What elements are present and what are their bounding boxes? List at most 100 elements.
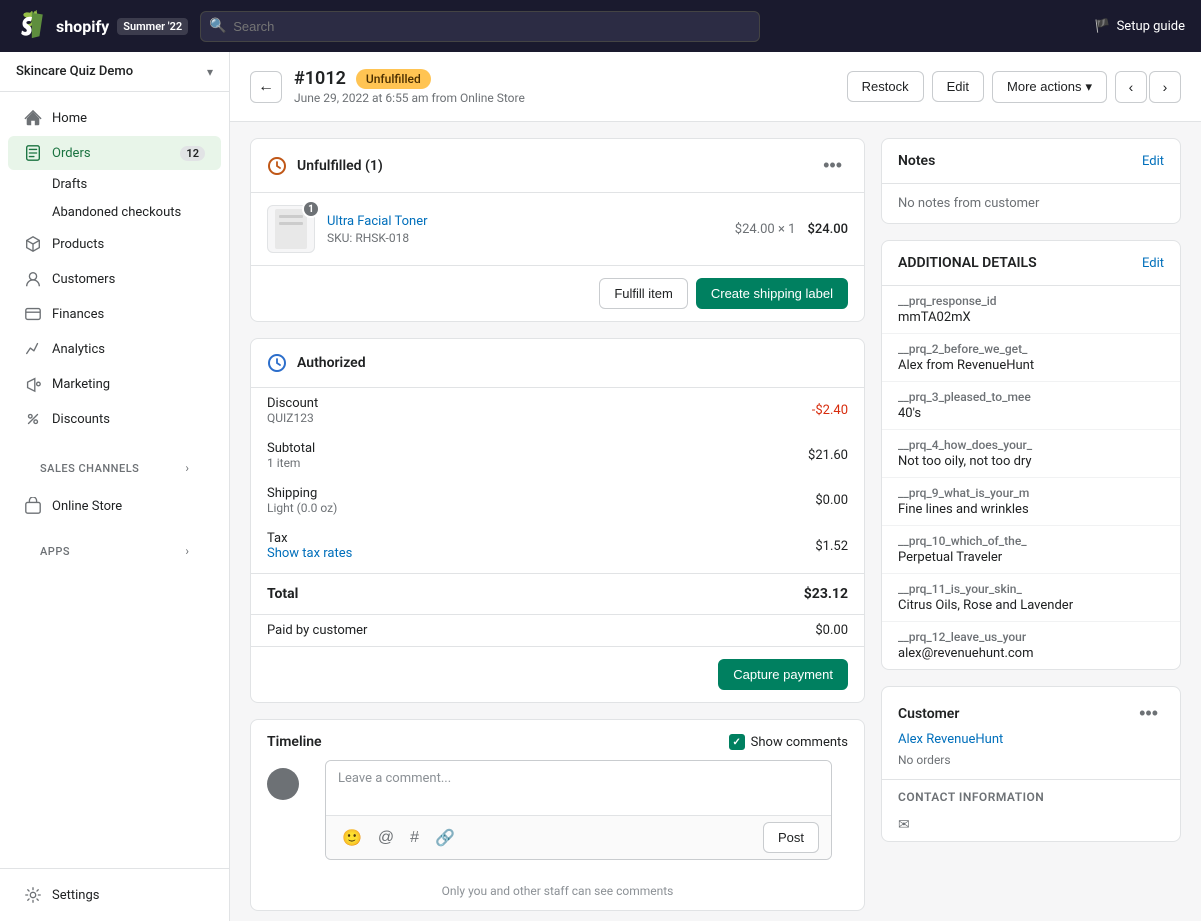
sidebar-item-sales-channels[interactable]: Sales channels › xyxy=(24,453,205,483)
unfulfilled-card-header: Unfulfilled (1) ••• xyxy=(251,139,864,193)
show-comments-toggle[interactable]: Show comments xyxy=(729,734,848,750)
sidebar-item-drafts[interactable]: Drafts xyxy=(8,171,221,198)
product-qty-badge: 1 xyxy=(302,200,320,218)
apps-label: Apps xyxy=(40,545,70,558)
shipping-row: Shipping Light (0.0 oz) $0.00 xyxy=(251,478,864,523)
notes-empty-message: No notes from customer xyxy=(898,196,1039,211)
sidebar-item-settings[interactable]: Settings xyxy=(8,878,221,912)
subtotal-value: $21.60 xyxy=(808,448,848,463)
sidebar-item-marketing[interactable]: Marketing xyxy=(8,367,221,401)
sidebar-item-online-store[interactable]: Online Store xyxy=(8,489,221,523)
additional-details-edit-link[interactable]: Edit xyxy=(1142,256,1164,271)
detail-value: Perpetual Traveler xyxy=(898,550,1164,565)
orders-label: Orders xyxy=(52,146,91,161)
subtotal-sublabel: 1 item xyxy=(267,456,315,470)
comment-input[interactable] xyxy=(326,761,831,811)
shopify-logo-icon xyxy=(16,10,48,42)
store-selector-chevron-icon: ▾ xyxy=(207,65,213,79)
abandoned-label: Abandoned checkouts xyxy=(52,205,181,220)
avatar xyxy=(267,768,299,800)
product-name-link[interactable]: Ultra Facial Toner xyxy=(327,214,428,229)
search-bar: 🔍 xyxy=(200,11,760,42)
detail-value: Fine lines and wrinkles xyxy=(898,502,1164,517)
notes-card-header: Notes Edit xyxy=(882,139,1180,184)
more-actions-button[interactable]: More actions ▾ xyxy=(992,71,1107,103)
customer-orders-text: No orders xyxy=(882,753,1180,779)
unfulfilled-menu-button[interactable]: ••• xyxy=(817,153,848,178)
order-main: Unfulfilled (1) ••• 1 Ultra Facial Toner xyxy=(250,138,865,911)
more-actions-label: More actions xyxy=(1007,79,1081,94)
edit-button[interactable]: Edit xyxy=(932,71,984,102)
email-icon: ✉ xyxy=(898,817,910,833)
post-button[interactable]: Post xyxy=(763,822,819,853)
customer-title: Customer xyxy=(898,706,959,722)
top-bar: shopify Summer '22 🔍 🏴 Setup guide xyxy=(0,0,1201,52)
sidebar-item-discounts[interactable]: Discounts xyxy=(8,402,221,436)
sidebar-item-analytics[interactable]: Analytics xyxy=(8,332,221,366)
unfulfilled-title-group: Unfulfilled (1) xyxy=(267,156,383,176)
finances-label: Finances xyxy=(52,307,104,322)
timeline-header: Timeline Show comments xyxy=(251,720,864,760)
create-shipping-label-button[interactable]: Create shipping label xyxy=(696,278,848,309)
authorized-header: Authorized xyxy=(251,339,864,388)
customer-name-link[interactable]: Alex RevenueHunt xyxy=(882,732,1180,753)
search-input[interactable] xyxy=(200,11,760,42)
sidebar-item-apps[interactable]: Apps › xyxy=(24,536,205,566)
link-button[interactable]: 🔗 xyxy=(431,826,459,850)
sales-channels-expand-icon: › xyxy=(185,461,189,475)
product-line: 1 Ultra Facial Toner SKU: RHSK-018 $24.0… xyxy=(251,193,864,265)
flag-icon: 🏴 xyxy=(1094,19,1110,34)
capture-payment-button[interactable]: Capture payment xyxy=(718,659,848,690)
total-value: $23.12 xyxy=(804,586,848,602)
products-label: Products xyxy=(52,237,104,252)
logo: shopify Summer '22 xyxy=(16,10,188,42)
sidebar-item-products[interactable]: Products xyxy=(8,227,221,261)
customer-menu-button[interactable]: ••• xyxy=(1133,701,1164,726)
unfulfilled-title: Unfulfilled (1) xyxy=(297,158,383,174)
more-actions-chevron-icon: ▾ xyxy=(1085,79,1092,95)
product-image xyxy=(275,209,307,249)
emoji-button[interactable]: 🙂 xyxy=(338,826,366,850)
main-area: Skincare Quiz Demo ▾ Home Orders 12 xyxy=(0,52,1201,921)
sidebar-item-customers[interactable]: Customers xyxy=(8,262,221,296)
show-tax-rates-link[interactable]: Show tax rates xyxy=(267,546,352,561)
paid-label: Paid by customer xyxy=(267,623,367,638)
shipping-sublabel: Light (0.0 oz) xyxy=(267,501,337,515)
sidebar-item-home[interactable]: Home xyxy=(8,101,221,135)
next-order-button[interactable]: › xyxy=(1149,71,1181,103)
analytics-icon xyxy=(24,340,42,358)
detail-value: Alex from RevenueHunt xyxy=(898,358,1164,373)
sidebar-item-orders[interactable]: Orders 12 xyxy=(8,136,221,170)
notes-edit-link[interactable]: Edit xyxy=(1142,154,1164,169)
discount-sublabel: QUIZ123 xyxy=(267,411,318,425)
contact-info-title: CONTACT INFORMATION xyxy=(898,790,1044,804)
discounts-label: Discounts xyxy=(52,412,110,427)
show-comments-checkbox[interactable] xyxy=(729,734,745,750)
fulfill-item-button[interactable]: Fulfill item xyxy=(599,278,688,309)
orders-badge: 12 xyxy=(180,146,205,161)
product-sku: SKU: RHSK-018 xyxy=(327,231,723,245)
detail-key: __prq_2_before_we_get_ xyxy=(898,342,1164,356)
detail-key: __prq_11_is_your_skin_ xyxy=(898,582,1164,596)
contact-info-header: CONTACT INFORMATION xyxy=(882,779,1180,811)
hashtag-button[interactable]: # xyxy=(406,827,423,849)
sidebar-footer: Settings xyxy=(0,868,229,921)
products-icon xyxy=(24,235,42,253)
prev-order-button[interactable]: ‹ xyxy=(1115,71,1147,103)
sidebar-item-finances[interactable]: Finances xyxy=(8,297,221,331)
apps-expand-icon: › xyxy=(185,544,189,558)
restock-button[interactable]: Restock xyxy=(847,71,924,102)
discount-value: -$2.40 xyxy=(812,403,848,418)
sidebar-item-abandoned[interactable]: Abandoned checkouts xyxy=(8,199,221,226)
total-label: Total xyxy=(267,586,298,602)
online-store-label: Online Store xyxy=(52,499,122,514)
marketing-icon xyxy=(24,375,42,393)
store-selector[interactable]: Skincare Quiz Demo ▾ xyxy=(0,52,229,92)
detail-value: alex@revenuehunt.com xyxy=(898,646,1164,661)
additional-details-card: ADDITIONAL DETAILS Edit __prq_response_i… xyxy=(881,240,1181,670)
order-number: #1012 xyxy=(294,68,346,89)
mention-button[interactable]: @ xyxy=(374,827,398,849)
back-button[interactable]: ← xyxy=(250,71,282,103)
detail-row: __prq_11_is_your_skin_ Citrus Oils, Rose… xyxy=(882,574,1180,622)
setup-guide-button[interactable]: 🏴 Setup guide xyxy=(1094,19,1185,34)
